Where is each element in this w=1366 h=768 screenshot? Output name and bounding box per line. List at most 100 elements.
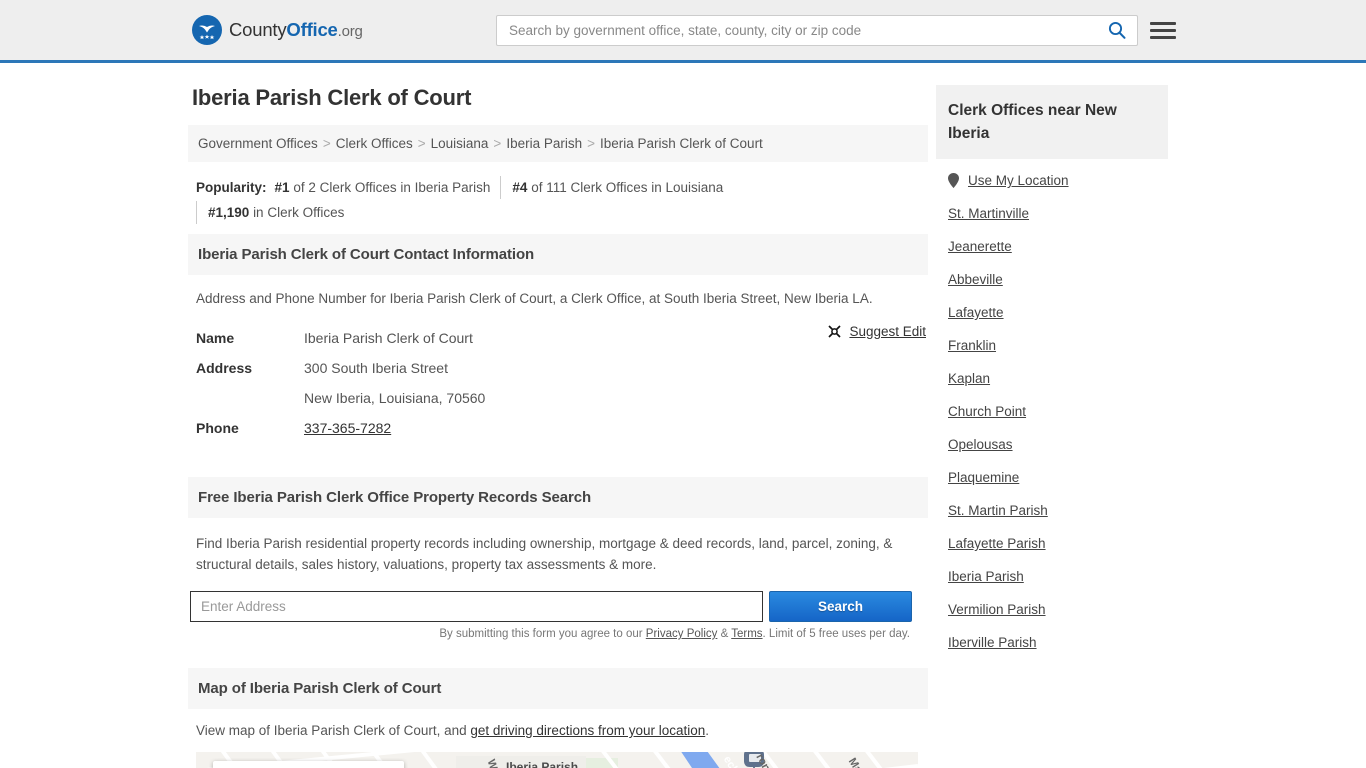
sidebar-heading: Clerk Offices near New Iberia <box>936 85 1168 159</box>
property-search-button[interactable]: Search <box>769 591 912 622</box>
breadcrumb-item-3[interactable]: Iberia Parish <box>506 136 582 151</box>
sidebar-link[interactable]: Plaquemine <box>948 470 1019 485</box>
popularity-stats: Popularity: #1 of 2 Clerk Offices in Iber… <box>188 162 928 234</box>
breadcrumb-item-0[interactable]: Government Offices <box>198 136 318 151</box>
contact-section-description: Address and Phone Number for Iberia Pari… <box>196 291 873 306</box>
sidebar-item-vermilion-parish[interactable]: Vermilion Parish <box>948 591 1162 624</box>
popularity-text: in Clerk Offices <box>253 205 345 220</box>
contact-row-address: Address 300 South Iberia Street <box>196 353 928 383</box>
disclaimer-amp: & <box>717 628 732 640</box>
map-canvas[interactable]: Iberia Parish Adult Drug Court W Washin … <box>196 752 918 768</box>
page-body: Iberia Parish Clerk of Court Government … <box>0 63 1366 768</box>
sidebar-item-lafayette-parish[interactable]: Lafayette Parish <box>948 525 1162 558</box>
contact-value-name: Iberia Parish Clerk of Court <box>304 330 473 346</box>
sidebar-item-jeanerette[interactable]: Jeanerette <box>948 228 1162 261</box>
disclaimer-prefix: By submitting this form you agree to our <box>439 628 646 640</box>
site-header: CountyOffice.org <box>0 0 1366 63</box>
map-poi-label: Iberia Parish Adult Drug Court <box>506 760 603 768</box>
suggest-edit-link[interactable]: Suggest Edit <box>849 324 926 339</box>
popularity-rank: #1,190 <box>208 205 250 220</box>
sidebar-item-use-my-location[interactable]: Use My Location <box>948 159 1162 195</box>
sidebar: Clerk Offices near New Iberia Use My Loc… <box>936 85 1174 657</box>
contact-information-section: Iberia Parish Clerk of Court Contact Inf… <box>188 234 928 443</box>
contact-value-city: New Iberia, Louisiana, 70560 <box>304 390 486 406</box>
sidebar-link[interactable]: St. Martinville <box>948 206 1029 221</box>
privacy-policy-link[interactable]: Privacy Policy <box>646 628 718 640</box>
phone-link[interactable]: 337-365-7282 <box>304 420 391 436</box>
sidebar-item-franklin[interactable]: Franklin <box>948 327 1162 360</box>
sidebar-item-kaplan[interactable]: Kaplan <box>948 360 1162 393</box>
breadcrumb-item-2[interactable]: Louisiana <box>431 136 489 151</box>
contact-details-table: Suggest Edit Name Iberia Parish Clerk of… <box>188 323 928 443</box>
breadcrumb-item-1[interactable]: Clerk Offices <box>336 136 413 151</box>
map-section-description: View map of Iberia Parish Clerk of Court… <box>188 709 928 738</box>
sidebar-link[interactable]: Franklin <box>948 338 996 353</box>
sidebar-item-church-point[interactable]: Church Point <box>948 393 1162 426</box>
map-info-window[interactable]: Iberia Parish Clerk of Court <box>213 761 404 768</box>
site-logo[interactable]: CountyOffice.org <box>192 15 363 45</box>
search-icon[interactable] <box>1107 20 1127 40</box>
main-column: Iberia Parish Clerk of Court Government … <box>188 85 928 768</box>
property-records-section: Free Iberia Parish Clerk Office Property… <box>188 477 928 640</box>
sidebar-item-opelousas[interactable]: Opelousas <box>948 426 1162 459</box>
sidebar-item-iberia-parish[interactable]: Iberia Parish <box>948 558 1162 591</box>
search-input[interactable] <box>507 21 1107 39</box>
terms-link[interactable]: Terms <box>731 628 762 640</box>
hamburger-menu-icon[interactable] <box>1150 21 1176 39</box>
sidebar-item-st-martinville[interactable]: St. Martinville <box>948 195 1162 228</box>
global-search <box>496 14 1138 46</box>
sidebar-link[interactable]: St. Martin Parish <box>948 503 1048 518</box>
edit-pencil-icon <box>827 324 842 339</box>
hamburger-bar <box>1150 21 1176 25</box>
sidebar-item-plaquemine[interactable]: Plaquemine <box>948 459 1162 492</box>
hamburger-bar <box>1150 35 1176 39</box>
popularity-entry-1: #4 of 111 Clerk Offices in Louisiana <box>501 176 733 199</box>
page-title: Iberia Parish Clerk of Court <box>192 85 472 110</box>
sidebar-item-iberville-parish[interactable]: Iberville Parish <box>948 624 1162 657</box>
map-desc-suffix: . <box>705 723 710 738</box>
logo-text-part3: .org <box>337 23 363 40</box>
popularity-rank: #4 <box>512 180 528 195</box>
contact-key: Phone <box>196 420 239 436</box>
breadcrumb-separator: > <box>322 136 331 151</box>
contact-section-heading: Iberia Parish Clerk of Court Contact Inf… <box>188 234 928 275</box>
map-desc-prefix: View map of Iberia Parish Clerk of Court… <box>196 723 471 738</box>
use-my-location-link[interactable]: Use My Location <box>968 173 1069 188</box>
sidebar-link[interactable]: Jeanerette <box>948 239 1012 254</box>
breadcrumb-separator: > <box>493 136 502 151</box>
sidebar-link[interactable]: Iberia Parish <box>948 569 1024 584</box>
popularity-text: of 2 Clerk Offices in Iberia Parish <box>293 180 491 195</box>
sidebar-link[interactable]: Lafayette <box>948 305 1004 320</box>
map-pin-icon <box>948 173 959 188</box>
contact-value-phone: 337-365-7282 <box>304 413 391 443</box>
suggest-edit[interactable]: Suggest Edit <box>827 324 926 339</box>
content-container: Iberia Parish Clerk of Court Government … <box>188 63 1178 768</box>
logo-text-part1: County <box>229 19 287 40</box>
breadcrumb-separator: > <box>587 136 595 151</box>
map-section: Map of Iberia Parish Clerk of Court View… <box>188 668 928 768</box>
sidebar-link[interactable]: Vermilion Parish <box>948 602 1046 617</box>
driving-directions-link[interactable]: get driving directions from your locatio… <box>470 723 705 738</box>
popularity-entry-0: #1 of 2 Clerk Offices in Iberia Parish <box>275 176 502 199</box>
sidebar-link[interactable]: Iberville Parish <box>948 635 1037 650</box>
popularity-label: Popularity: <box>196 180 267 195</box>
sidebar-link[interactable]: Lafayette Parish <box>948 536 1046 551</box>
map-section-heading: Map of Iberia Parish Clerk of Court <box>188 668 928 709</box>
sidebar-link[interactable]: Kaplan <box>948 371 990 386</box>
sidebar-link[interactable]: Abbeville <box>948 272 1003 287</box>
sidebar-link[interactable]: Church Point <box>948 404 1026 419</box>
address-input[interactable] <box>190 591 763 622</box>
contact-key: Name <box>196 330 235 346</box>
global-search-box[interactable] <box>496 14 1138 46</box>
disclaimer-suffix: . Limit of 5 free uses per day. <box>762 628 910 640</box>
popularity-rank: #1 <box>274 180 290 195</box>
sidebar-item-st-martin-parish[interactable]: St. Martin Parish <box>948 492 1162 525</box>
sidebar-item-lafayette[interactable]: Lafayette <box>948 294 1162 327</box>
sidebar-item-abbeville[interactable]: Abbeville <box>948 261 1162 294</box>
sidebar-link[interactable]: Opelousas <box>948 437 1013 452</box>
map-poi-line1: Iberia Parish <box>506 760 579 768</box>
contact-row-city: New Iberia, Louisiana, 70560 <box>196 383 928 413</box>
logo-text-part2: Office <box>286 19 338 40</box>
contact-row-name: Name Iberia Parish Clerk of Court <box>196 323 928 353</box>
sidebar-link-list: Use My Location St. Martinville Jeaneret… <box>936 159 1174 657</box>
